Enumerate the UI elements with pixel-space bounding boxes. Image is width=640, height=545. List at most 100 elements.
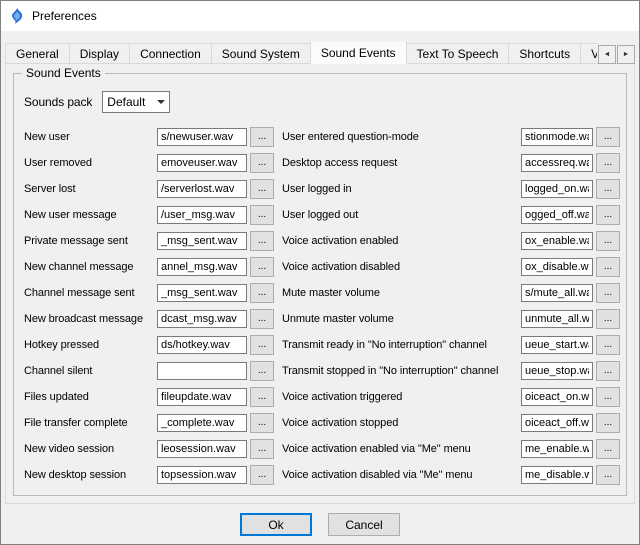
browse-button[interactable]: ... bbox=[596, 335, 620, 355]
sound-event-row: Channel silent... bbox=[24, 358, 274, 384]
tab-display[interactable]: Display bbox=[69, 43, 130, 64]
tab-scroll-left-button[interactable]: ◄ bbox=[598, 45, 616, 64]
sound-event-label: New user bbox=[24, 131, 154, 143]
browse-button[interactable]: ... bbox=[596, 387, 620, 407]
sound-event-label: New broadcast message bbox=[24, 313, 154, 325]
sound-file-input[interactable] bbox=[157, 440, 247, 458]
sound-event-label: Desktop access request bbox=[282, 157, 518, 169]
cancel-button[interactable]: Cancel bbox=[328, 513, 400, 536]
sound-event-row: User logged out... bbox=[282, 202, 620, 228]
browse-button[interactable]: ... bbox=[250, 283, 274, 303]
sound-event-row: New channel message... bbox=[24, 254, 274, 280]
sound-file-input[interactable] bbox=[521, 362, 593, 380]
browse-button[interactable]: ... bbox=[250, 361, 274, 381]
sound-event-label: Channel message sent bbox=[24, 287, 154, 299]
sound-file-input[interactable] bbox=[157, 284, 247, 302]
sound-event-row: Channel message sent... bbox=[24, 280, 274, 306]
browse-button[interactable]: ... bbox=[596, 309, 620, 329]
tab-scroll-right-button[interactable]: ► bbox=[617, 45, 635, 64]
browse-button[interactable]: ... bbox=[250, 153, 274, 173]
sound-events-groupbox: Sound Events Sounds pack Default New use… bbox=[13, 73, 627, 496]
browse-button[interactable]: ... bbox=[596, 153, 620, 173]
browse-button[interactable]: ... bbox=[250, 205, 274, 225]
sound-file-input[interactable] bbox=[521, 336, 593, 354]
browse-button[interactable]: ... bbox=[250, 257, 274, 277]
browse-button[interactable]: ... bbox=[596, 257, 620, 277]
sound-file-input[interactable] bbox=[521, 180, 593, 198]
sound-event-label: Voice activation enabled via "Me" menu bbox=[282, 443, 518, 455]
browse-button[interactable]: ... bbox=[250, 231, 274, 251]
sound-event-row: New user message... bbox=[24, 202, 274, 228]
sound-file-input[interactable] bbox=[157, 362, 247, 380]
sound-file-input[interactable] bbox=[157, 128, 247, 146]
sound-file-input[interactable] bbox=[521, 284, 593, 302]
browse-button[interactable]: ... bbox=[250, 465, 274, 485]
tab-general[interactable]: General bbox=[5, 43, 70, 64]
tab-text-to-speech[interactable]: Text To Speech bbox=[406, 43, 510, 64]
browse-button[interactable]: ... bbox=[596, 413, 620, 433]
dialog-footer: Ok Cancel bbox=[1, 513, 639, 536]
browse-button[interactable]: ... bbox=[596, 231, 620, 251]
browse-button[interactable]: ... bbox=[596, 283, 620, 303]
sound-event-row: Private message sent... bbox=[24, 228, 274, 254]
sounds-pack-label: Sounds pack bbox=[24, 95, 92, 109]
browse-button[interactable]: ... bbox=[596, 127, 620, 147]
sound-file-input[interactable] bbox=[157, 180, 247, 198]
browse-button[interactable]: ... bbox=[596, 465, 620, 485]
tab-shortcuts[interactable]: Shortcuts bbox=[508, 43, 581, 64]
browse-button[interactable]: ... bbox=[596, 205, 620, 225]
sound-file-input[interactable] bbox=[521, 154, 593, 172]
sound-event-row: New desktop session... bbox=[24, 462, 274, 488]
sound-event-row: User removed... bbox=[24, 150, 274, 176]
sound-file-input[interactable] bbox=[521, 258, 593, 276]
sound-events-left-column: New user...User removed...Server lost...… bbox=[24, 124, 274, 488]
sound-file-input[interactable] bbox=[157, 388, 247, 406]
sound-event-label: Voice activation disabled bbox=[282, 261, 518, 273]
browse-button[interactable]: ... bbox=[250, 309, 274, 329]
sound-file-input[interactable] bbox=[521, 206, 593, 224]
browse-button[interactable]: ... bbox=[596, 361, 620, 381]
sound-event-row: Voice activation enabled via "Me" menu..… bbox=[282, 436, 620, 462]
sound-file-input[interactable] bbox=[157, 310, 247, 328]
sound-event-row: Voice activation disabled via "Me" menu.… bbox=[282, 462, 620, 488]
browse-button[interactable]: ... bbox=[250, 335, 274, 355]
sound-event-label: Files updated bbox=[24, 391, 154, 403]
browse-button[interactable]: ... bbox=[250, 387, 274, 407]
ok-button[interactable]: Ok bbox=[240, 513, 312, 536]
tab-connection[interactable]: Connection bbox=[129, 43, 212, 64]
sound-event-label: Transmit stopped in "No interruption" ch… bbox=[282, 365, 518, 377]
sound-file-input[interactable] bbox=[521, 466, 593, 484]
sound-file-input[interactable] bbox=[157, 206, 247, 224]
sound-file-input[interactable] bbox=[521, 310, 593, 328]
browse-button[interactable]: ... bbox=[596, 179, 620, 199]
sound-event-label: New video session bbox=[24, 443, 154, 455]
sound-file-input[interactable] bbox=[157, 414, 247, 432]
sound-file-input[interactable] bbox=[157, 336, 247, 354]
sound-event-row: Files updated... bbox=[24, 384, 274, 410]
sounds-pack-value: Default bbox=[107, 95, 145, 109]
sound-file-input[interactable] bbox=[157, 258, 247, 276]
sound-file-input[interactable] bbox=[521, 128, 593, 146]
sound-file-input[interactable] bbox=[521, 414, 593, 432]
sound-event-row: Server lost... bbox=[24, 176, 274, 202]
sound-file-input[interactable] bbox=[157, 466, 247, 484]
sound-event-label: New desktop session bbox=[24, 469, 154, 481]
tab-sound-system[interactable]: Sound System bbox=[211, 43, 311, 64]
browse-button[interactable]: ... bbox=[250, 439, 274, 459]
browse-button[interactable]: ... bbox=[596, 439, 620, 459]
sound-event-label: User logged in bbox=[282, 183, 518, 195]
sound-file-input[interactable] bbox=[521, 440, 593, 458]
browse-button[interactable]: ... bbox=[250, 127, 274, 147]
browse-button[interactable]: ... bbox=[250, 413, 274, 433]
sound-event-row: New video session... bbox=[24, 436, 274, 462]
tab-video[interactable]: Video bbox=[580, 43, 597, 64]
tab-sound-events[interactable]: Sound Events bbox=[310, 42, 407, 64]
sounds-pack-dropdown[interactable]: Default bbox=[102, 91, 170, 113]
chevron-down-icon bbox=[157, 100, 165, 104]
sound-file-input[interactable] bbox=[157, 154, 247, 172]
sound-file-input[interactable] bbox=[521, 388, 593, 406]
sound-file-input[interactable] bbox=[521, 232, 593, 250]
sound-file-input[interactable] bbox=[157, 232, 247, 250]
tab-strip: GeneralDisplayConnectionSound SystemSoun… bbox=[5, 42, 597, 64]
browse-button[interactable]: ... bbox=[250, 179, 274, 199]
